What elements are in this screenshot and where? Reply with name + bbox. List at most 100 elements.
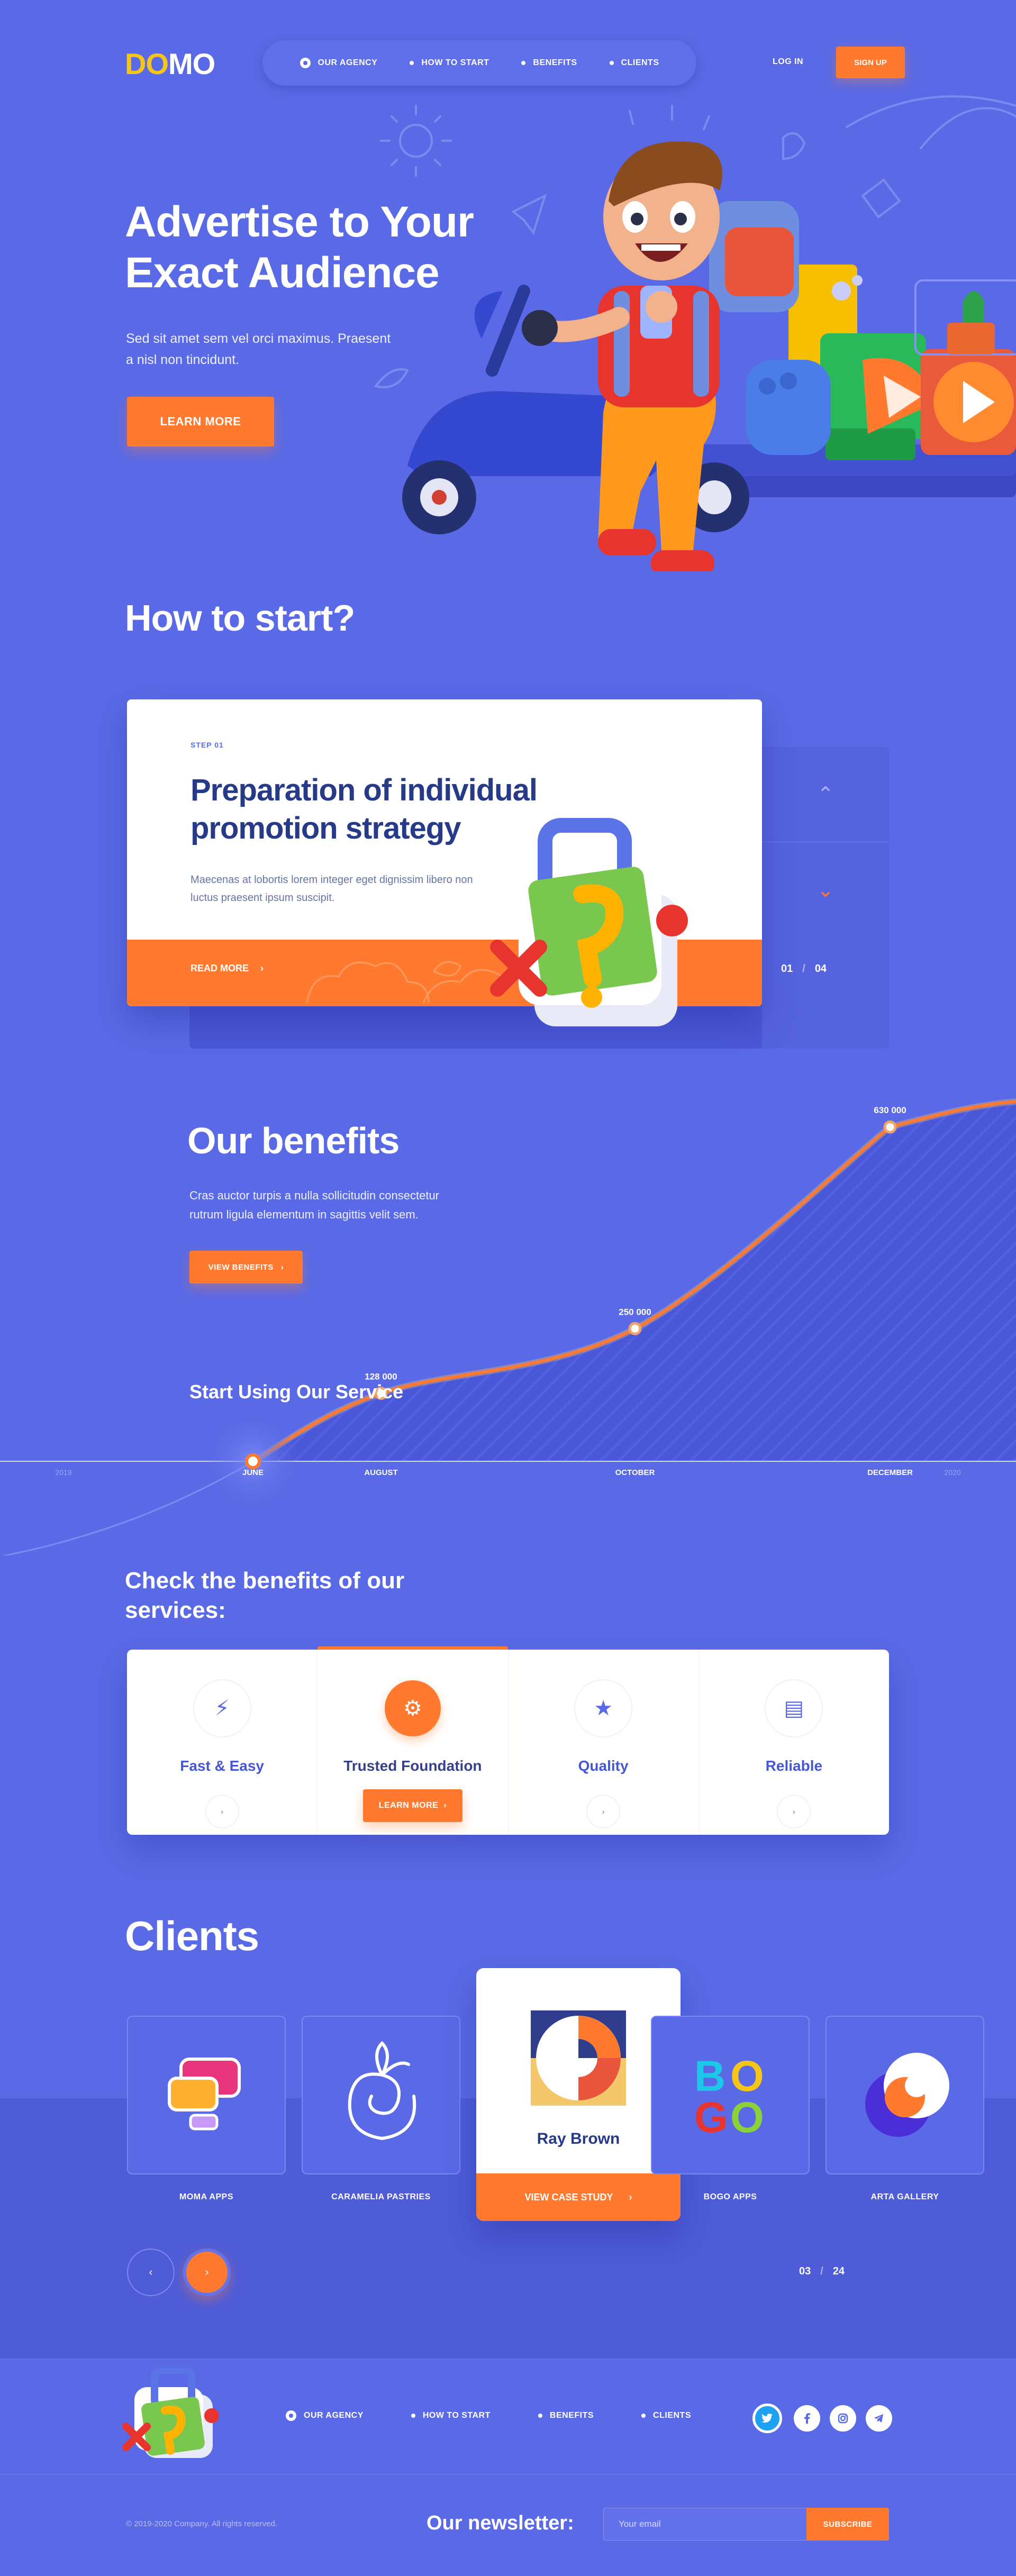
service-name: Trusted Foundation <box>343 1758 482 1774</box>
footer-nav-how-to-start[interactable]: HOW TO START <box>411 2410 491 2421</box>
client-card-arta[interactable] <box>826 2016 984 2174</box>
view-benefits-button[interactable]: VIEW BENEFITS › <box>189 1251 303 1284</box>
start-using-label: Start Using Our Service <box>189 1381 404 1403</box>
copyright: © 2019-2020 Company. All rights reserved… <box>126 2519 277 2528</box>
view-benefits-label: VIEW BENEFITS <box>208 1262 274 1272</box>
nav-dot <box>641 2414 646 2418</box>
nav-dot <box>538 2414 542 2418</box>
hero-subtitle: Sed sit amet sem vel orci maximus. Praes… <box>126 331 391 367</box>
read-more-link[interactable]: READ MORE › <box>190 963 264 974</box>
service-more-button[interactable]: › <box>778 1796 810 1827</box>
chart-point <box>628 1322 642 1335</box>
nav-item-how-to-start[interactable]: HOW TO START <box>410 58 489 68</box>
client-card-featured[interactable]: Ray Brown VIEW CASE STUDY › <box>476 1968 681 2221</box>
benefits-text: Cras auctor turpis a nulla sollicitudin … <box>189 1189 440 1221</box>
clients-current: 03 <box>799 2265 811 2277</box>
archive-icon: ▤ <box>766 1680 822 1736</box>
bogo-letter: O <box>730 2093 764 2142</box>
footer-nav-clients[interactable]: CLIENTS <box>641 2410 691 2421</box>
nav-item-clients[interactable]: CLIENTS <box>609 58 659 68</box>
view-case-study-label: VIEW CASE STUDY <box>524 2191 613 2202</box>
nav-dot <box>609 61 614 65</box>
chevron-up-icon: ⌃ <box>817 784 834 806</box>
service-more-button[interactable]: › <box>206 1796 238 1827</box>
service-more-button[interactable]: › <box>587 1796 619 1827</box>
service-name: Fast & Easy <box>180 1758 264 1774</box>
logo-do: DO <box>125 47 169 80</box>
chevron-left-icon: ‹ <box>149 2266 153 2278</box>
signup-button[interactable]: SIGN UP <box>836 47 905 78</box>
chart-x-tick-label: JUNE <box>242 1468 264 1477</box>
step-down-button[interactable]: ⌄ <box>762 842 889 937</box>
telegram-glyph <box>874 2414 883 2423</box>
bolt-icon: ⚡ <box>194 1680 250 1736</box>
service-learn-more-button[interactable]: LEARN MORE › <box>362 1789 462 1822</box>
telegram-icon[interactable] <box>866 2405 892 2432</box>
services-card: ⚡ Fast & Easy › ⚙ Trusted Foundation LEA… <box>127 1646 889 1835</box>
counter-separator: / <box>802 963 805 975</box>
service-quality[interactable]: ★ Quality › <box>509 1650 699 1835</box>
nav-label: CLIENTS <box>653 2411 691 2420</box>
gear-icon: ⚙ <box>384 1680 441 1736</box>
benefits-chart: JUNE 128 000 AUGUST 250 000 OCTOBER 630 000 DE… <box>0 1098 1016 1555</box>
service-name: Reliable <box>765 1758 823 1774</box>
service-fast-easy[interactable]: ⚡ Fast & Easy › <box>127 1650 318 1835</box>
chart-year-label: 2020 <box>944 1468 960 1477</box>
instagram-icon[interactable] <box>830 2405 856 2432</box>
arta-logo <box>865 2053 949 2137</box>
chevron-right-icon: › <box>443 1801 447 1810</box>
client-card-caramelia[interactable] <box>302 2016 460 2174</box>
read-more-label: READ MORE <box>190 963 249 973</box>
facebook-glyph <box>804 2413 810 2424</box>
chart-x-tick-label: DECEMBER <box>867 1468 913 1477</box>
footer-logo-illustration[interactable] <box>123 2368 223 2463</box>
nav-dot <box>521 61 526 65</box>
view-case-study-button[interactable]: VIEW CASE STUDY › <box>476 2173 681 2221</box>
learn-more-button[interactable]: LEARN MORE <box>127 397 274 447</box>
nav-label: CLIENTS <box>621 58 659 67</box>
service-trusted-foundation[interactable]: ⚙ Trusted Foundation LEARN MORE › <box>318 1646 509 1835</box>
client-card-moma[interactable] <box>127 2016 286 2174</box>
footer-nav-our-agency[interactable]: OUR AGENCY <box>286 2410 364 2421</box>
client-card-bogo[interactable]: B O G O <box>651 2016 810 2174</box>
footer-nav-benefits[interactable]: BENEFITS <box>538 2410 594 2421</box>
step-label: STEP 01 <box>190 741 224 749</box>
hero-illustration <box>402 141 1016 571</box>
benefits-title: Our benefits <box>187 1120 400 1161</box>
bogo-logo: B O G O <box>694 2052 764 2142</box>
nav-label: HOW TO START <box>422 2411 491 2420</box>
twitter-icon[interactable] <box>752 2404 782 2433</box>
instagram-glyph <box>838 2413 848 2424</box>
chart-point <box>883 1120 897 1134</box>
step-up-button[interactable]: ⌃ <box>762 747 889 842</box>
chart-data-label: 250 000 <box>619 1307 651 1317</box>
how-to-start-title: How to start? <box>125 597 355 639</box>
logo[interactable]: DOMO <box>125 47 215 81</box>
chevron-right-icon: › <box>205 2266 209 2278</box>
chevron-right-icon: › <box>629 2191 632 2202</box>
newsletter-email-input[interactable] <box>603 2508 808 2541</box>
step-current: 01 <box>781 963 793 975</box>
clients-next-button[interactable]: › <box>183 2249 231 2296</box>
nav-active-indicator <box>286 2410 296 2421</box>
twitter-bird-glyph <box>761 2414 773 2423</box>
clients-prev-button[interactable]: ‹ <box>127 2249 175 2296</box>
login-link[interactable]: LOG IN <box>773 57 803 67</box>
chart-year-label: 2019 <box>55 1468 71 1477</box>
clients-title: Clients <box>125 1913 259 1959</box>
clients-counter: 03 / 24 <box>799 2265 845 2278</box>
top-nav: OUR AGENCY HOW TO START BENEFITS CLIENTS <box>262 40 696 86</box>
chart-point <box>245 1453 261 1469</box>
client-label: CARAMELIA PASTRIES <box>331 2192 431 2201</box>
step-text: Maecenas at lobortis lorem integer eget … <box>190 874 473 904</box>
nav-dot <box>411 2414 415 2418</box>
nav-item-our-agency[interactable]: OUR AGENCY <box>300 58 378 68</box>
nav-item-benefits[interactable]: BENEFITS <box>521 58 577 68</box>
ray-brown-logo <box>531 2010 626 2106</box>
nav-active-indicator <box>300 58 311 68</box>
service-reliable[interactable]: ▤ Reliable › <box>699 1650 889 1835</box>
facebook-icon[interactable] <box>794 2405 820 2432</box>
nav-label: HOW TO START <box>421 58 489 67</box>
chevron-down-icon: ⌄ <box>817 879 834 902</box>
subscribe-button[interactable]: SUBSCRIBE <box>806 2508 889 2541</box>
